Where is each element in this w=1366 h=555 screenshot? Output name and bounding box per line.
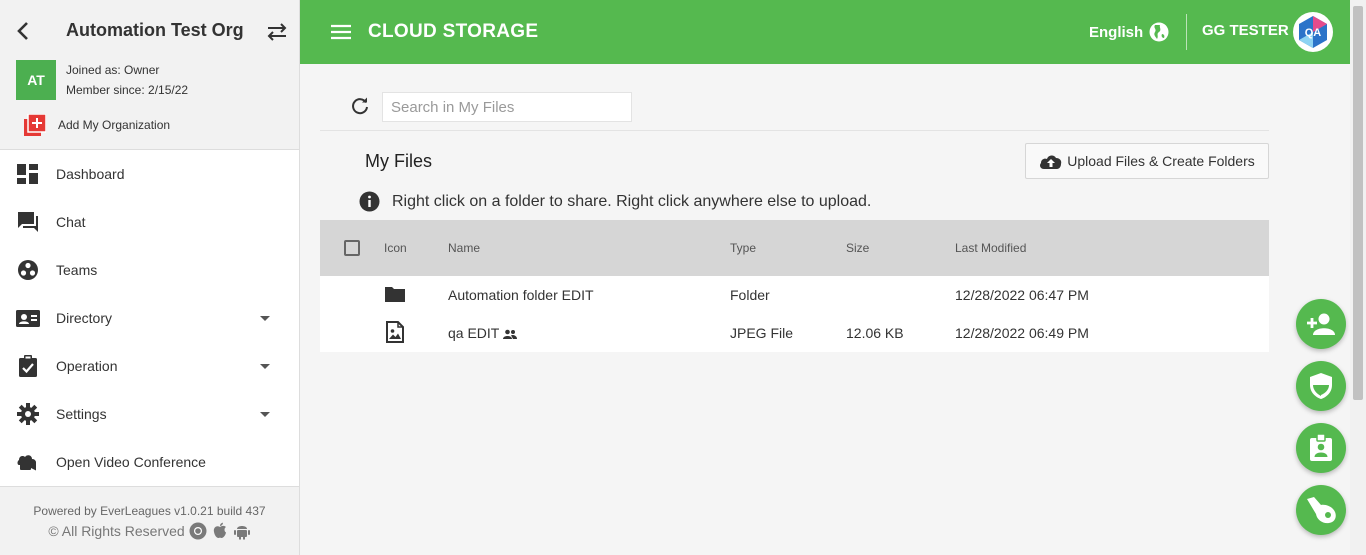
user-avatar[interactable]: QA — [1293, 12, 1333, 52]
sidebar-item-teams[interactable]: Teams — [0, 246, 299, 294]
rights-row: © All Rights Reserved — [0, 522, 299, 540]
video-icon — [16, 450, 40, 474]
add-box-icon — [24, 114, 46, 136]
info-note: Right click on a folder to share. Right … — [359, 191, 871, 212]
column-header-type[interactable]: Type — [730, 241, 756, 255]
globe-icon — [1149, 22, 1169, 42]
sidebar-item-operation[interactable]: Operation — [0, 342, 299, 390]
file-type: JPEG File — [730, 325, 794, 341]
table-body: Automation folder EDIT Folder 12/28/2022… — [320, 276, 1269, 352]
directory-icon — [16, 306, 40, 330]
switch-org-icon[interactable] — [266, 21, 288, 43]
section-title: My Files — [365, 151, 432, 171]
chevron-down-icon — [260, 411, 270, 417]
back-arrow-icon[interactable] — [14, 20, 34, 42]
user-name[interactable]: GG TESTER — [1202, 22, 1289, 39]
shared-people-icon — [503, 329, 518, 340]
sidebar-item-label: Directory — [56, 310, 113, 326]
member-since: Member since: 2/15/22 — [66, 83, 189, 97]
divider — [320, 130, 1269, 131]
file-size: 12.06 KB — [846, 325, 904, 341]
image-file-icon — [386, 321, 404, 343]
sidebar-nav: Dashboard Chat Teams Directory Operation… — [0, 150, 299, 486]
scrollbar[interactable] — [1350, 0, 1366, 555]
sidebar-item-label: Teams — [56, 262, 98, 278]
sidebar-item-settings[interactable]: Settings — [0, 390, 299, 438]
sidebar-item-label: Settings — [56, 406, 107, 422]
file-name: qa EDIT — [448, 325, 500, 341]
language-label: English — [1089, 23, 1144, 41]
column-header-last-modified[interactable]: Last Modified — [955, 241, 1026, 255]
app-header: CLOUD STORAGE English GG TESTER QA — [300, 0, 1350, 64]
file-name: Automation folder EDIT — [448, 287, 594, 303]
page-title: CLOUD STORAGE — [368, 21, 539, 42]
info-text: Right click on a folder to share. Right … — [392, 192, 872, 210]
badge-icon — [1310, 434, 1332, 461]
security-fab[interactable] — [1296, 361, 1346, 411]
sidebar-item-chat[interactable]: Chat — [0, 198, 299, 246]
menu-icon[interactable] — [331, 22, 351, 42]
sidebar-item-video-conference[interactable]: Open Video Conference — [0, 438, 299, 486]
file-type: Folder — [730, 287, 770, 303]
sidebar-item-label: Chat — [56, 214, 86, 230]
whistle-fab[interactable] — [1296, 485, 1346, 535]
user-avatar-text: QA — [1305, 27, 1322, 39]
whistle-icon — [1307, 497, 1336, 524]
add-member-fab[interactable] — [1296, 299, 1346, 349]
org-header: Automation Test Org AT Joined as: Owner … — [0, 0, 299, 150]
file-name-cell: qa EDIT — [448, 325, 518, 341]
badge-fab[interactable] — [1296, 423, 1346, 473]
column-header-icon[interactable]: Icon — [384, 241, 407, 255]
operation-icon — [16, 354, 40, 378]
sidebar: Automation Test Org AT Joined as: Owner … — [0, 0, 300, 555]
sidebar-item-label: Dashboard — [56, 166, 125, 182]
chevron-down-icon — [260, 315, 270, 321]
dashboard-icon — [16, 162, 40, 186]
sidebar-item-label: Operation — [56, 358, 118, 374]
sidebar-item-dashboard[interactable]: Dashboard — [0, 150, 299, 198]
chevron-down-icon — [260, 363, 270, 369]
sidebar-item-directory[interactable]: Directory — [0, 294, 299, 342]
chrome-icon[interactable] — [189, 522, 207, 540]
language-selector[interactable]: English — [1089, 22, 1169, 42]
files-table: Icon Name Type Size Last Modified Automa… — [320, 220, 1269, 352]
table-row[interactable]: Automation folder EDIT Folder 12/28/2022… — [320, 276, 1269, 314]
info-icon — [359, 191, 380, 212]
header-divider — [1186, 14, 1187, 50]
teams-icon — [16, 258, 40, 282]
joined-as: Joined as: Owner — [66, 63, 160, 77]
cloud-upload-icon — [1040, 155, 1062, 169]
search-input[interactable] — [382, 92, 632, 122]
add-organization-button[interactable]: Add My Organization — [24, 114, 170, 136]
android-icon[interactable] — [233, 522, 251, 540]
qa-logo-icon: QA — [1299, 16, 1327, 48]
table-header: Icon Name Type Size Last Modified — [320, 220, 1269, 276]
org-avatar: AT — [16, 60, 56, 100]
refresh-icon[interactable] — [350, 97, 370, 117]
upload-label: Upload Files & Create Folders — [1067, 153, 1255, 169]
sidebar-footer: Powered by EverLeagues v1.0.21 build 437… — [0, 486, 299, 555]
shield-icon — [1310, 373, 1332, 399]
file-modified: 12/28/2022 06:47 PM — [955, 287, 1089, 303]
gear-icon — [16, 402, 40, 426]
scrollbar-thumb[interactable] — [1353, 6, 1363, 400]
column-header-name[interactable]: Name — [448, 241, 480, 255]
powered-by: Powered by EverLeagues v1.0.21 build 437 — [33, 504, 266, 518]
upload-files-button[interactable]: Upload Files & Create Folders — [1025, 143, 1269, 179]
column-header-size[interactable]: Size — [846, 241, 869, 255]
select-all-checkbox[interactable] — [344, 240, 360, 256]
org-name: Automation Test Org — [66, 20, 244, 40]
folder-icon — [385, 287, 405, 302]
sidebar-item-label: Open Video Conference — [56, 454, 206, 470]
add-organization-label: Add My Organization — [58, 118, 171, 132]
table-row[interactable]: qa EDIT JPEG File 12.06 KB 12/28/2022 06… — [320, 314, 1269, 352]
add-person-icon — [1307, 313, 1335, 335]
file-modified: 12/28/2022 06:49 PM — [955, 325, 1089, 341]
apple-icon[interactable] — [211, 522, 229, 540]
chat-icon — [16, 210, 40, 234]
rights-text: © All Rights Reserved — [48, 523, 185, 539]
